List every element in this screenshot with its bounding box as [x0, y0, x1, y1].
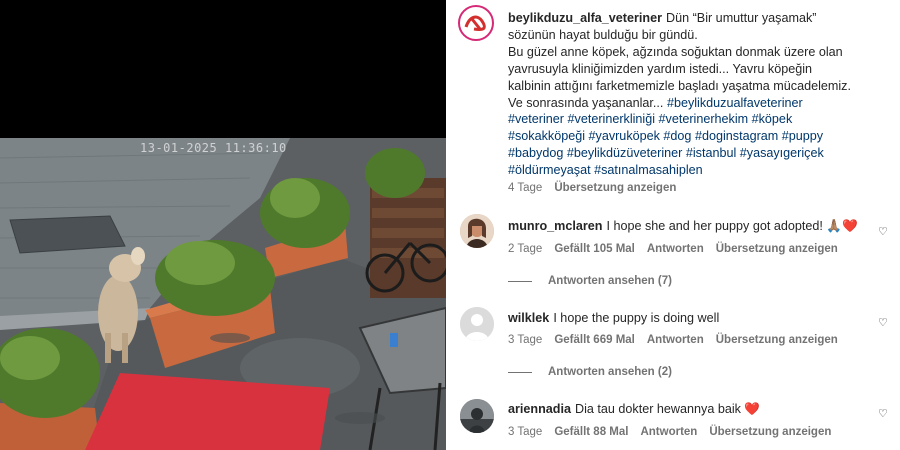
profile-photo-icon — [460, 399, 494, 433]
caption-time: 4 Tage — [508, 182, 543, 194]
commenter-username[interactable]: wilklek — [508, 311, 549, 325]
cctv-scene-image — [0, 138, 446, 450]
comment-likes[interactable]: Gefällt 669 Mal — [554, 334, 635, 346]
translate-link[interactable]: Übersetzung anzeigen — [709, 426, 831, 438]
caption-translate-link[interactable]: Übersetzung anzeigen — [554, 182, 676, 194]
like-heart-icon[interactable]: ♡ — [878, 407, 888, 420]
profile-photo-icon — [460, 214, 494, 248]
reply-button[interactable]: Antworten — [640, 426, 697, 438]
hashtag[interactable]: #yavruköpek — [589, 129, 660, 143]
view-replies-button[interactable]: Antworten ansehen (7) — [508, 275, 672, 287]
comment-time: 3 Tage — [508, 426, 543, 438]
commenter-username[interactable]: ariennadia — [508, 402, 571, 416]
comment-body: ariennadia Dia tau dokter hewannya baik ❤… — [508, 402, 760, 417]
comment-meta: 3 Tage Gefällt 669 Mal Antworten Übersetzun… — [508, 334, 850, 346]
hashtag[interactable]: #veteriner — [508, 112, 564, 126]
comment-text: I hope she and her puppy got adopted! 🙏🏽… — [606, 219, 858, 233]
hashtag[interactable]: #veterinerkliniği — [568, 112, 656, 126]
post-media[interactable]: 13-01-2025 11:36:10 — [0, 0, 446, 450]
hashtag[interactable]: #beylikduzualfaveteriner — [667, 96, 803, 110]
commenter-username[interactable]: munro_mclaren — [508, 219, 602, 233]
view-replies-button[interactable]: Antworten ansehen (2) — [508, 366, 672, 378]
reply-button[interactable]: Antworten — [647, 334, 704, 346]
comment-body: munro_mclaren I hope she and her puppy go… — [508, 219, 858, 234]
hashtag[interactable]: #beylikdüzüveteriner — [567, 146, 683, 160]
hashtag[interactable]: #doginstagram — [695, 129, 778, 143]
hashtag[interactable]: #babydog — [508, 146, 563, 160]
hashtag[interactable]: #istanbul — [686, 146, 736, 160]
replies-divider — [508, 280, 532, 282]
comments-panel: beylikduzu_alfa_veteriner Dün “Bir umuttu… — [446, 0, 900, 450]
comment-likes[interactable]: Gefällt 105 Mal — [554, 243, 635, 255]
translate-link[interactable]: Übersetzung anzeigen — [716, 334, 838, 346]
caption-meta: 4 Tage Übersetzung anzeigen — [508, 182, 688, 194]
post-caption: beylikduzu_alfa_veteriner Dün “Bir umuttu… — [508, 10, 853, 179]
hashtag[interactable]: #sokakköpeği — [508, 129, 585, 143]
comment-time: 3 Tage — [508, 334, 543, 346]
commenter-avatar[interactable] — [460, 399, 494, 433]
comment-time: 2 Tage — [508, 243, 543, 255]
like-heart-icon[interactable]: ♡ — [878, 316, 888, 329]
default-avatar-icon — [460, 307, 494, 341]
commenter-avatar[interactable] — [460, 214, 494, 248]
like-heart-icon[interactable]: ♡ — [878, 225, 888, 238]
commenter-avatar[interactable] — [460, 307, 494, 341]
hashtag[interactable]: #puppy — [782, 129, 823, 143]
hashtag[interactable]: #köpek — [752, 112, 793, 126]
hashtag[interactable]: #dog — [663, 129, 691, 143]
replies-divider — [508, 371, 532, 373]
comment-text: Dia tau dokter hewannya baik ❤️ — [575, 402, 761, 416]
author-avatar[interactable] — [458, 5, 494, 41]
alfa-logo-icon — [462, 9, 490, 37]
video-frame[interactable]: 13-01-2025 11:36:10 — [0, 138, 446, 450]
hashtag[interactable]: #veterinerhekim — [659, 112, 749, 126]
hashtag[interactable]: #öldürmeyaşat — [508, 163, 591, 177]
comment-meta: 3 Tage Gefällt 88 Mal Antworten Übersetzung… — [508, 426, 843, 438]
hashtag[interactable]: #satınalmasahiplen — [594, 163, 703, 177]
comment-text: I hope the puppy is doing well — [553, 311, 720, 325]
video-timestamp: 13-01-2025 11:36:10 — [140, 141, 287, 155]
view-replies-label: Antworten ansehen (2) — [548, 366, 672, 378]
translate-link[interactable]: Übersetzung anzeigen — [716, 243, 838, 255]
comment-meta: 2 Tage Gefällt 105 Mal Antworten Übersetzun… — [508, 243, 850, 255]
comment-likes[interactable]: Gefällt 88 Mal — [554, 426, 628, 438]
author-username[interactable]: beylikduzu_alfa_veteriner — [508, 11, 662, 25]
view-replies-label: Antworten ansehen (7) — [548, 275, 672, 287]
comment-body: wilklek I hope the puppy is doing well — [508, 311, 719, 325]
hashtag[interactable]: #yasayıgeriçek — [740, 146, 824, 160]
reply-button[interactable]: Antworten — [647, 243, 704, 255]
